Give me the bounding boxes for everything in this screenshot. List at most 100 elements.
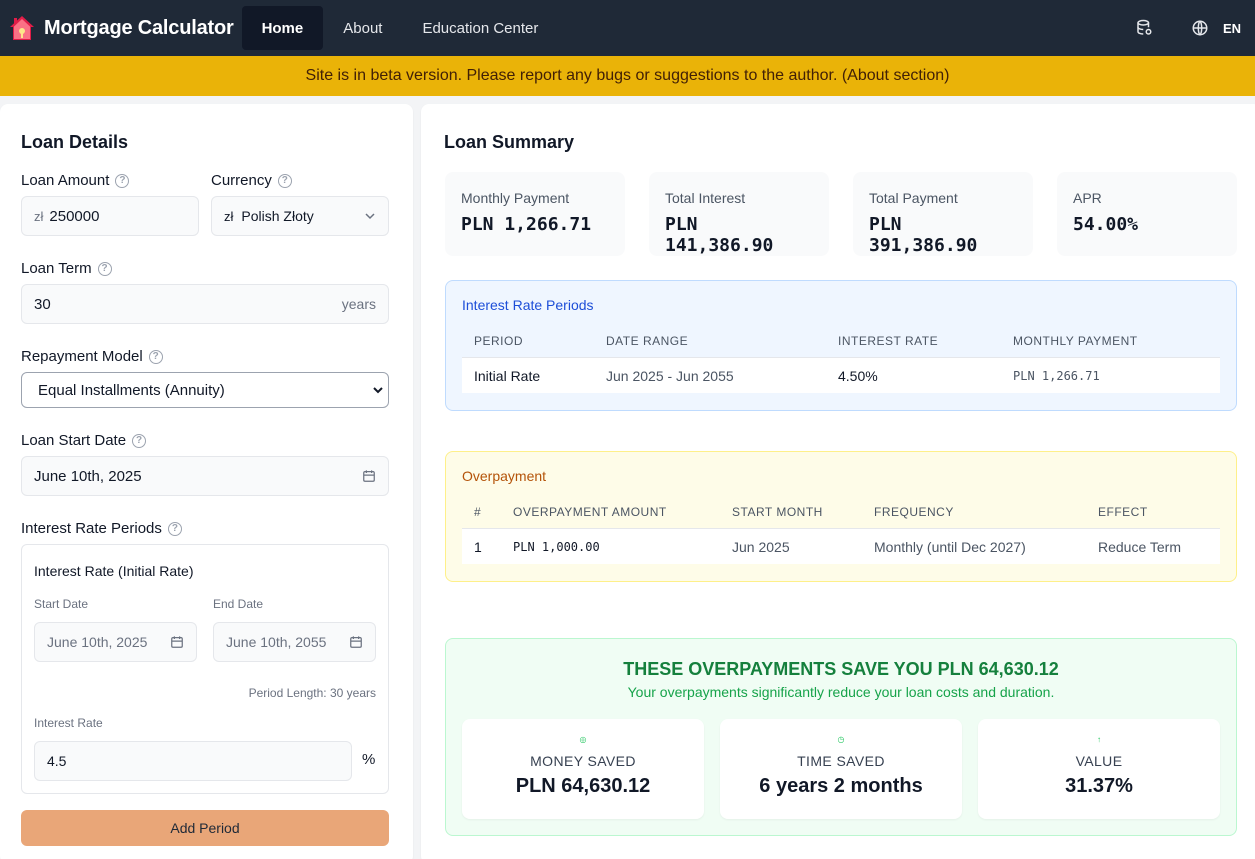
- globe-icon[interactable]: [1191, 19, 1209, 37]
- money-saved-card: ◎ MONEY SAVED PLN 64,630.12: [462, 719, 704, 819]
- currency-symbol: zł: [224, 208, 234, 224]
- period-title: Interest Rate (Initial Rate): [34, 563, 194, 579]
- clock-icon: ◷: [837, 735, 845, 744]
- help-icon[interactable]: ?: [97, 261, 112, 276]
- help-icon[interactable]: ?: [115, 173, 130, 188]
- periods-label-text: Interest Rate Periods: [21, 520, 162, 537]
- currency-prefix: zł: [34, 208, 44, 224]
- card-label: TIME SAVED: [797, 753, 885, 769]
- savings-headline: THESE OVERPAYMENTS SAVE YOU PLN 64,630.1…: [623, 659, 1059, 679]
- period-length: Period Length: 30 years: [248, 686, 376, 700]
- table-header: OVERPAYMENT AMOUNT: [513, 505, 667, 519]
- loan-start-date-input[interactable]: June 10th, 2025: [21, 456, 389, 496]
- loan-amount-value: 250000: [49, 207, 100, 225]
- table-header: #: [474, 505, 482, 519]
- coin-icon: ◎: [579, 735, 587, 744]
- cell-effect: Reduce Term: [1098, 539, 1182, 555]
- table-header: PERIOD: [474, 334, 524, 348]
- calendar-icon: [350, 636, 362, 648]
- period-start-label: Start Date: [34, 597, 89, 611]
- interest-rate-periods-section: Interest Rate Periods PERIOD DATE RANGE …: [445, 280, 1237, 411]
- repayment-label-text: Repayment Model: [21, 348, 143, 365]
- loan-summary-title: Loan Summary: [444, 132, 575, 152]
- interest-rate-label: Interest Rate: [34, 716, 103, 730]
- table-header: START MONTH: [732, 505, 823, 519]
- card-label: VALUE: [1075, 753, 1123, 769]
- period-start-input[interactable]: June 10th, 2025: [34, 622, 197, 662]
- house-logo-icon: [10, 16, 34, 40]
- chevron-down-icon: [373, 387, 383, 394]
- loan-term-value: 30: [34, 295, 51, 313]
- interest-rate-value: 4.5: [47, 753, 67, 769]
- period-start-value: June 10th, 2025: [47, 634, 148, 650]
- card-value: 31.37%: [1065, 775, 1133, 797]
- currency-label-text: Currency: [211, 172, 272, 189]
- repayment-model-value: Equal Installments (Annuity): [38, 381, 225, 399]
- help-icon[interactable]: ?: [277, 173, 292, 188]
- help-icon[interactable]: ?: [167, 521, 182, 536]
- period-end-value: June 10th, 2055: [226, 634, 327, 650]
- table-header: INTEREST RATE: [838, 334, 939, 348]
- percent-suffix: %: [362, 751, 376, 768]
- period-end-label: End Date: [213, 597, 264, 611]
- card-label: APR: [1073, 190, 1102, 206]
- start-date-value: June 10th, 2025: [34, 467, 142, 485]
- savings-subtext: Your overpayments significantly reduce y…: [627, 684, 1055, 700]
- card-label: MONEY SAVED: [530, 753, 636, 769]
- language-selector[interactable]: EN: [1223, 21, 1241, 36]
- card-label: Total Interest: [665, 190, 746, 206]
- calendar-icon: [171, 636, 183, 648]
- add-period-button[interactable]: Add Period: [21, 810, 389, 846]
- loan-amount-label: Loan Amount ?: [21, 172, 130, 189]
- loan-term-label-text: Loan Term: [21, 260, 92, 277]
- card-label: Total Payment: [869, 190, 958, 206]
- database-icon[interactable]: [1135, 19, 1153, 37]
- interest-rate-period-card: Interest Rate (Initial Rate) Start Date …: [21, 544, 389, 794]
- interest-rate-periods-label: Interest Rate Periods ?: [21, 520, 182, 537]
- top-nav: Mortgage Calculator Home About Education…: [0, 0, 1255, 56]
- period-end-input[interactable]: June 10th, 2055: [213, 622, 376, 662]
- cell-interest-rate: 4.50%: [838, 368, 878, 384]
- card-value: 6 years 2 months: [759, 775, 923, 797]
- card-value: PLN 141,386.90: [665, 214, 774, 256]
- nav-education-center[interactable]: Education Center: [402, 6, 558, 50]
- beta-banner: Site is in beta version. Please report a…: [0, 56, 1255, 96]
- help-icon[interactable]: ?: [148, 349, 163, 364]
- repayment-model-select[interactable]: Equal Installments (Annuity): [21, 372, 389, 408]
- loan-amount-label-text: Loan Amount: [21, 172, 110, 189]
- summary-card-total-interest: Total Interest PLN 141,386.90: [649, 172, 829, 256]
- interest-rate-input[interactable]: 4.5: [34, 741, 352, 781]
- card-value: PLN 1,266.71: [461, 214, 592, 235]
- value-card: ↑ VALUE 31.37%: [978, 719, 1220, 819]
- cell-monthly-payment: PLN 1,266.71: [1013, 369, 1100, 383]
- summary-card-monthly-payment: Monthly Payment PLN 1,266.71: [445, 172, 625, 256]
- brand[interactable]: Mortgage Calculator: [8, 14, 234, 42]
- loan-amount-input[interactable]: zł 250000: [21, 196, 199, 236]
- loan-term-input[interactable]: 30 years: [21, 284, 389, 324]
- card-value: 54.00%: [1073, 214, 1139, 235]
- time-saved-card: ◷ TIME SAVED 6 years 2 months: [720, 719, 962, 819]
- repayment-model-label: Repayment Model ?: [21, 348, 163, 365]
- summary-card-total-payment: Total Payment PLN 391,386.90: [853, 172, 1033, 256]
- table-row: Initial Rate Jun 2025 - Jun 2055 4.50% P…: [462, 357, 1220, 393]
- nav-about[interactable]: About: [323, 6, 402, 50]
- currency-select[interactable]: zł Polish Złoty: [211, 196, 389, 236]
- cell-amount: PLN 1,000.00: [513, 540, 600, 554]
- card-label: Monthly Payment: [461, 190, 570, 206]
- cell-period: Initial Rate: [474, 368, 541, 384]
- nav-home[interactable]: Home: [241, 6, 324, 50]
- table-header: DATE RANGE: [606, 334, 689, 348]
- currency-label: Currency ?: [211, 172, 292, 189]
- table-header: FREQUENCY: [874, 505, 954, 519]
- currency-value: Polish Złoty: [241, 207, 314, 224]
- loan-start-date-label: Loan Start Date ?: [21, 432, 147, 449]
- loan-details-panel: Loan Details Loan Amount ? zł 250000 Cur…: [0, 104, 413, 859]
- help-icon[interactable]: ?: [132, 433, 147, 448]
- cell-index: 1: [474, 539, 482, 555]
- loan-term-unit: years: [341, 296, 376, 312]
- calendar-icon: [363, 470, 375, 482]
- table-header: MONTHLY PAYMENT: [1013, 334, 1138, 348]
- savings-section: THESE OVERPAYMENTS SAVE YOU PLN 64,630.1…: [445, 638, 1237, 836]
- card-value: PLN 391,386.90: [869, 214, 978, 256]
- cell-frequency: Monthly (until Dec 2027): [874, 539, 1026, 555]
